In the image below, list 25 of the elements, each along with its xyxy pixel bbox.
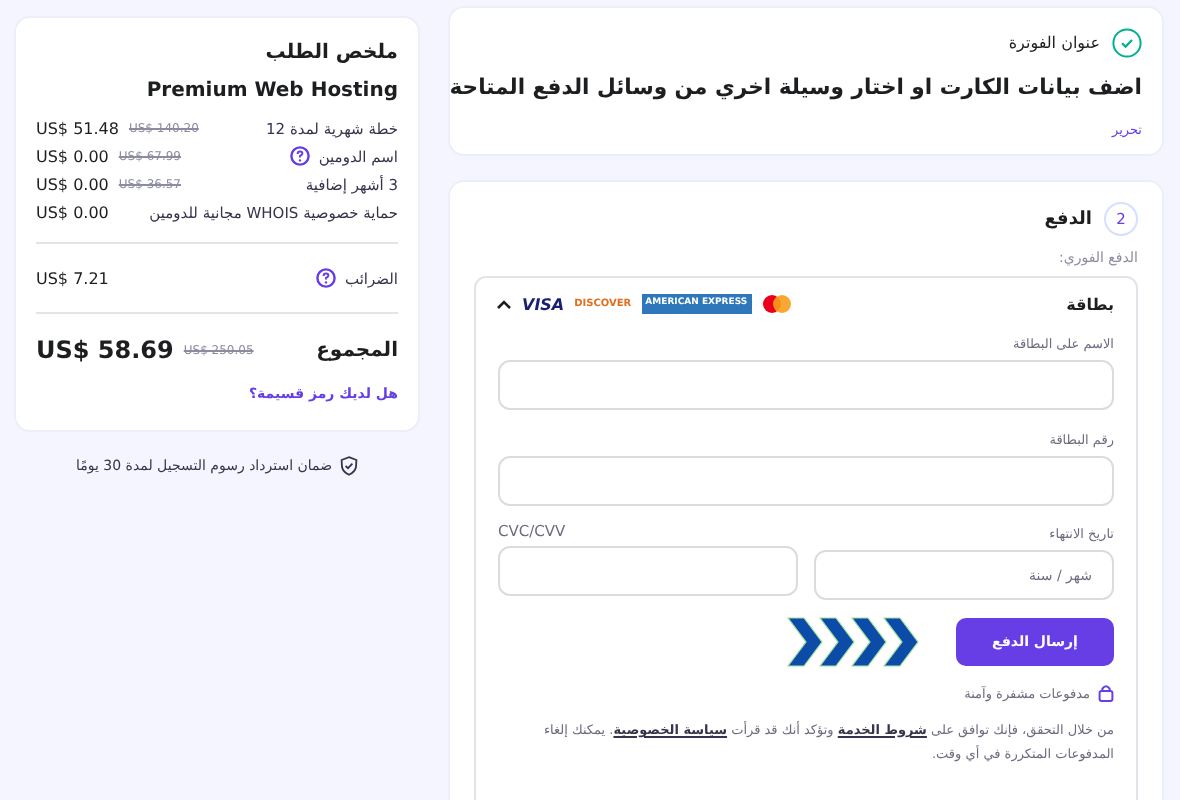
tax-price: US$ 7.21 xyxy=(36,269,109,287)
item-price: US$ 51.48 xyxy=(36,119,119,137)
billing-title: عنوان الفوترة xyxy=(1008,34,1100,52)
total-label: المجموع xyxy=(316,339,398,361)
summary-title: ملخص الطلب xyxy=(263,42,398,64)
card-brand-logo: VISA xyxy=(522,295,565,313)
help-icon[interactable] xyxy=(290,146,311,166)
billing-message: اضف بيانات الكارت او اختار وسيلة اخري من وسائل الدفع المتاحة xyxy=(447,72,1142,104)
product-name: Premium Web Hosting xyxy=(144,80,398,102)
lock-icon xyxy=(1098,684,1114,702)
help-icon[interactable] xyxy=(316,268,337,288)
total-price: US$ 58.69 xyxy=(36,336,174,364)
cvc-field[interactable] xyxy=(498,546,798,596)
payment-title: الدفع xyxy=(1044,209,1092,229)
input-field[interactable] xyxy=(498,360,1114,410)
item-price: US$ 0.00 xyxy=(36,175,109,193)
chevrons-drawing xyxy=(784,616,920,668)
item-price: US$ 0.00 xyxy=(36,147,109,165)
item-price: US$ 0.00 xyxy=(36,203,109,221)
card-method-label[interactable]: بطاقة xyxy=(1066,295,1114,313)
caret-icon[interactable] xyxy=(496,298,512,310)
card-brand-icon xyxy=(761,294,792,314)
shield-check-icon xyxy=(340,456,359,476)
input-field[interactable] xyxy=(498,456,1114,506)
check-circle-icon xyxy=(1112,28,1142,58)
